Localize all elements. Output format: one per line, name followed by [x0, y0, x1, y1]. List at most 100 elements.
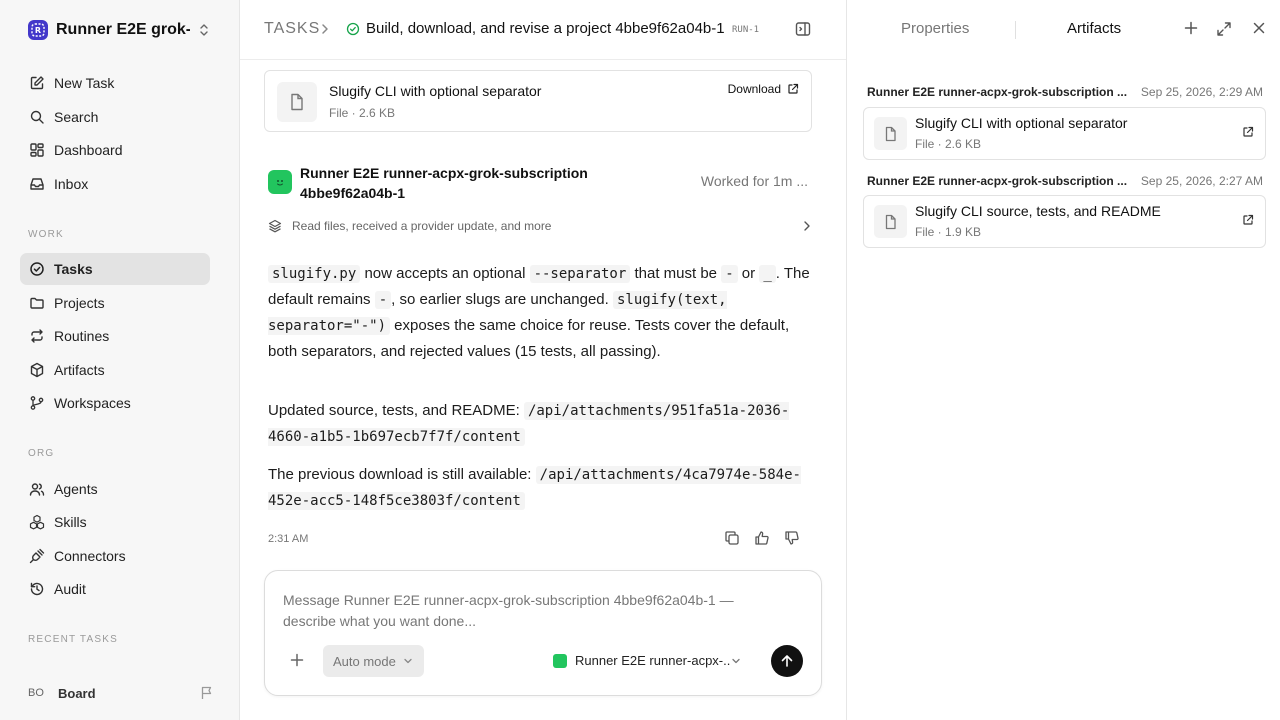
panel-toggle-icon[interactable]	[794, 20, 812, 38]
sidebar-item-label: Agents	[54, 481, 98, 497]
sidebar-item-label: Audit	[54, 581, 86, 597]
layers-icon	[268, 219, 282, 233]
message-input[interactable]: Message Runner E2E runner-acpx-grok-subs…	[283, 590, 783, 632]
external-link-icon[interactable]	[1242, 214, 1254, 226]
message-paragraph-1: slugify.py now accepts an optional --sep…	[268, 261, 814, 365]
sidebar-item-workspaces[interactable]: Workspaces	[20, 387, 210, 419]
sidebar-item-tasks[interactable]: Tasks	[20, 253, 210, 285]
message-header: Runner E2E runner-acpx-grok-subscription…	[268, 162, 808, 202]
sidebar-item-inbox[interactable]: Inbox	[20, 168, 210, 200]
page-title: Build, download, and revise a project 4b…	[366, 20, 725, 37]
file-attachment-card[interactable]: Slugify CLI with optional separator File…	[264, 70, 812, 132]
mode-selector[interactable]: Auto mode	[323, 645, 424, 677]
agent-avatar-icon	[553, 653, 567, 668]
agent-avatar-icon	[268, 170, 292, 194]
sidebar-item-new-task[interactable]: New Task	[20, 67, 210, 99]
tab-divider	[1015, 21, 1016, 39]
file-meta: File · 2.6 KB	[329, 106, 396, 120]
sidebar-item-label: Tasks	[54, 261, 93, 277]
chevron-down-icon	[731, 656, 741, 666]
history-icon	[28, 580, 46, 598]
expand-icon[interactable]	[1216, 21, 1232, 37]
inline-code: -	[374, 291, 392, 309]
users-icon	[28, 480, 46, 498]
sidebar-item-routines[interactable]: Routines	[20, 320, 210, 352]
activity-summary[interactable]: Read files, received a provider update, …	[268, 216, 812, 236]
agent-selector[interactable]: Runner E2E runner-acpx-...	[553, 653, 741, 668]
worked-duration[interactable]: Worked for 1m ...	[701, 173, 808, 189]
external-link-icon[interactable]	[1242, 126, 1254, 138]
panel-tabs: Properties Artifacts	[847, 0, 1280, 60]
artifact-author: Runner E2E runner-acpx-grok-subscription…	[867, 174, 1128, 188]
sidebar-item-audit[interactable]: Audit	[20, 573, 210, 605]
text-run: , so earlier slugs are unchanged.	[391, 291, 613, 308]
sidebar-item-label: Connectors	[54, 548, 126, 564]
artifact-card[interactable]: Slugify CLI source, tests, and README Fi…	[863, 195, 1266, 248]
sidebar-item-label: Projects	[54, 295, 105, 311]
copy-icon[interactable]	[724, 530, 740, 546]
message-composer[interactable]: Message Runner E2E runner-acpx-grok-subs…	[264, 570, 822, 696]
svg-text:R: R	[35, 26, 41, 35]
user-menu[interactable]: BO Board	[28, 682, 214, 704]
sidebar-item-projects[interactable]: Projects	[20, 287, 210, 319]
tab-artifacts[interactable]: Artifacts	[1067, 20, 1121, 37]
file-title: Slugify CLI with optional separator	[329, 83, 542, 99]
sidebar-item-label: Dashboard	[54, 142, 123, 158]
download-label: Download	[727, 82, 781, 96]
git-branch-icon	[28, 394, 46, 412]
sidebar-item-dashboard[interactable]: Dashboard	[20, 134, 210, 166]
run-badge: RUN-1	[732, 25, 760, 35]
plus-icon[interactable]	[1184, 21, 1198, 35]
file-icon	[874, 117, 907, 150]
message-actions	[724, 530, 800, 546]
check-circle-icon	[28, 260, 46, 278]
send-button[interactable]	[771, 645, 803, 677]
sidebar-item-label: Skills	[54, 514, 87, 530]
dashboard-icon	[28, 141, 46, 159]
search-icon	[28, 108, 46, 126]
artifact-author: Runner E2E runner-acpx-grok-subscription…	[867, 85, 1128, 99]
external-link-icon	[787, 83, 799, 95]
mode-label: Auto mode	[333, 653, 396, 669]
artifact-header: Runner E2E runner-acpx-grok-subscription…	[867, 85, 1263, 99]
chevron-right-icon	[320, 22, 330, 36]
sidebar-item-label: Artifacts	[54, 362, 105, 378]
sidebar-item-search[interactable]: Search	[20, 101, 210, 133]
sidebar-item-label: New Task	[54, 75, 115, 91]
inbox-icon	[28, 175, 46, 193]
text-run: now accepts an optional	[360, 265, 530, 282]
artifact-meta: File · 1.9 KB	[915, 225, 982, 239]
agent-selector-label: Runner E2E runner-acpx-...	[575, 653, 731, 668]
main-panel: TASKS Build, download, and revise a proj…	[240, 0, 846, 720]
tab-properties[interactable]: Properties	[901, 20, 969, 37]
activity-text: Read files, received a provider update, …	[292, 219, 552, 233]
repeat-icon	[28, 327, 46, 345]
thumbs-down-icon[interactable]	[784, 530, 800, 546]
file-icon	[874, 205, 907, 238]
inline-code: -	[721, 265, 738, 283]
section-label-org: ORG	[28, 448, 55, 459]
breadcrumb-tasks[interactable]: TASKS	[264, 20, 320, 38]
artifact-header: Runner E2E runner-acpx-grok-subscription…	[867, 174, 1263, 188]
close-icon[interactable]	[1252, 21, 1266, 35]
section-label-work: WORK	[28, 229, 64, 240]
top-bar: TASKS Build, download, and revise a proj…	[240, 0, 846, 60]
artifact-timestamp: Sep 25, 2026, 2:29 AM	[1140, 85, 1263, 99]
workspace-switcher[interactable]: R Runner E2E grok-...	[28, 19, 214, 41]
sidebar-item-agents[interactable]: Agents	[20, 473, 210, 505]
sidebar-item-artifacts[interactable]: Artifacts	[20, 354, 210, 386]
agent-name: Runner E2E runner-acpx-grok-subscription…	[300, 165, 588, 201]
sidebar-item-skills[interactable]: Skills	[20, 506, 210, 538]
download-button[interactable]: Download	[728, 82, 799, 96]
sidebar-item-label: Workspaces	[54, 395, 131, 411]
workspace-logo-icon: R	[28, 20, 48, 40]
flag-icon[interactable]	[200, 686, 214, 700]
section-label-recent-tasks: RECENT TASKS	[28, 634, 118, 645]
text-run: that must be	[630, 265, 722, 282]
artifact-card[interactable]: Slugify CLI with optional separator File…	[863, 107, 1266, 160]
folder-icon	[28, 294, 46, 312]
sidebar-item-label: Inbox	[54, 176, 89, 192]
sidebar-item-connectors[interactable]: Connectors	[20, 540, 210, 572]
thumbs-up-icon[interactable]	[754, 530, 770, 546]
plus-icon[interactable]	[290, 653, 304, 667]
